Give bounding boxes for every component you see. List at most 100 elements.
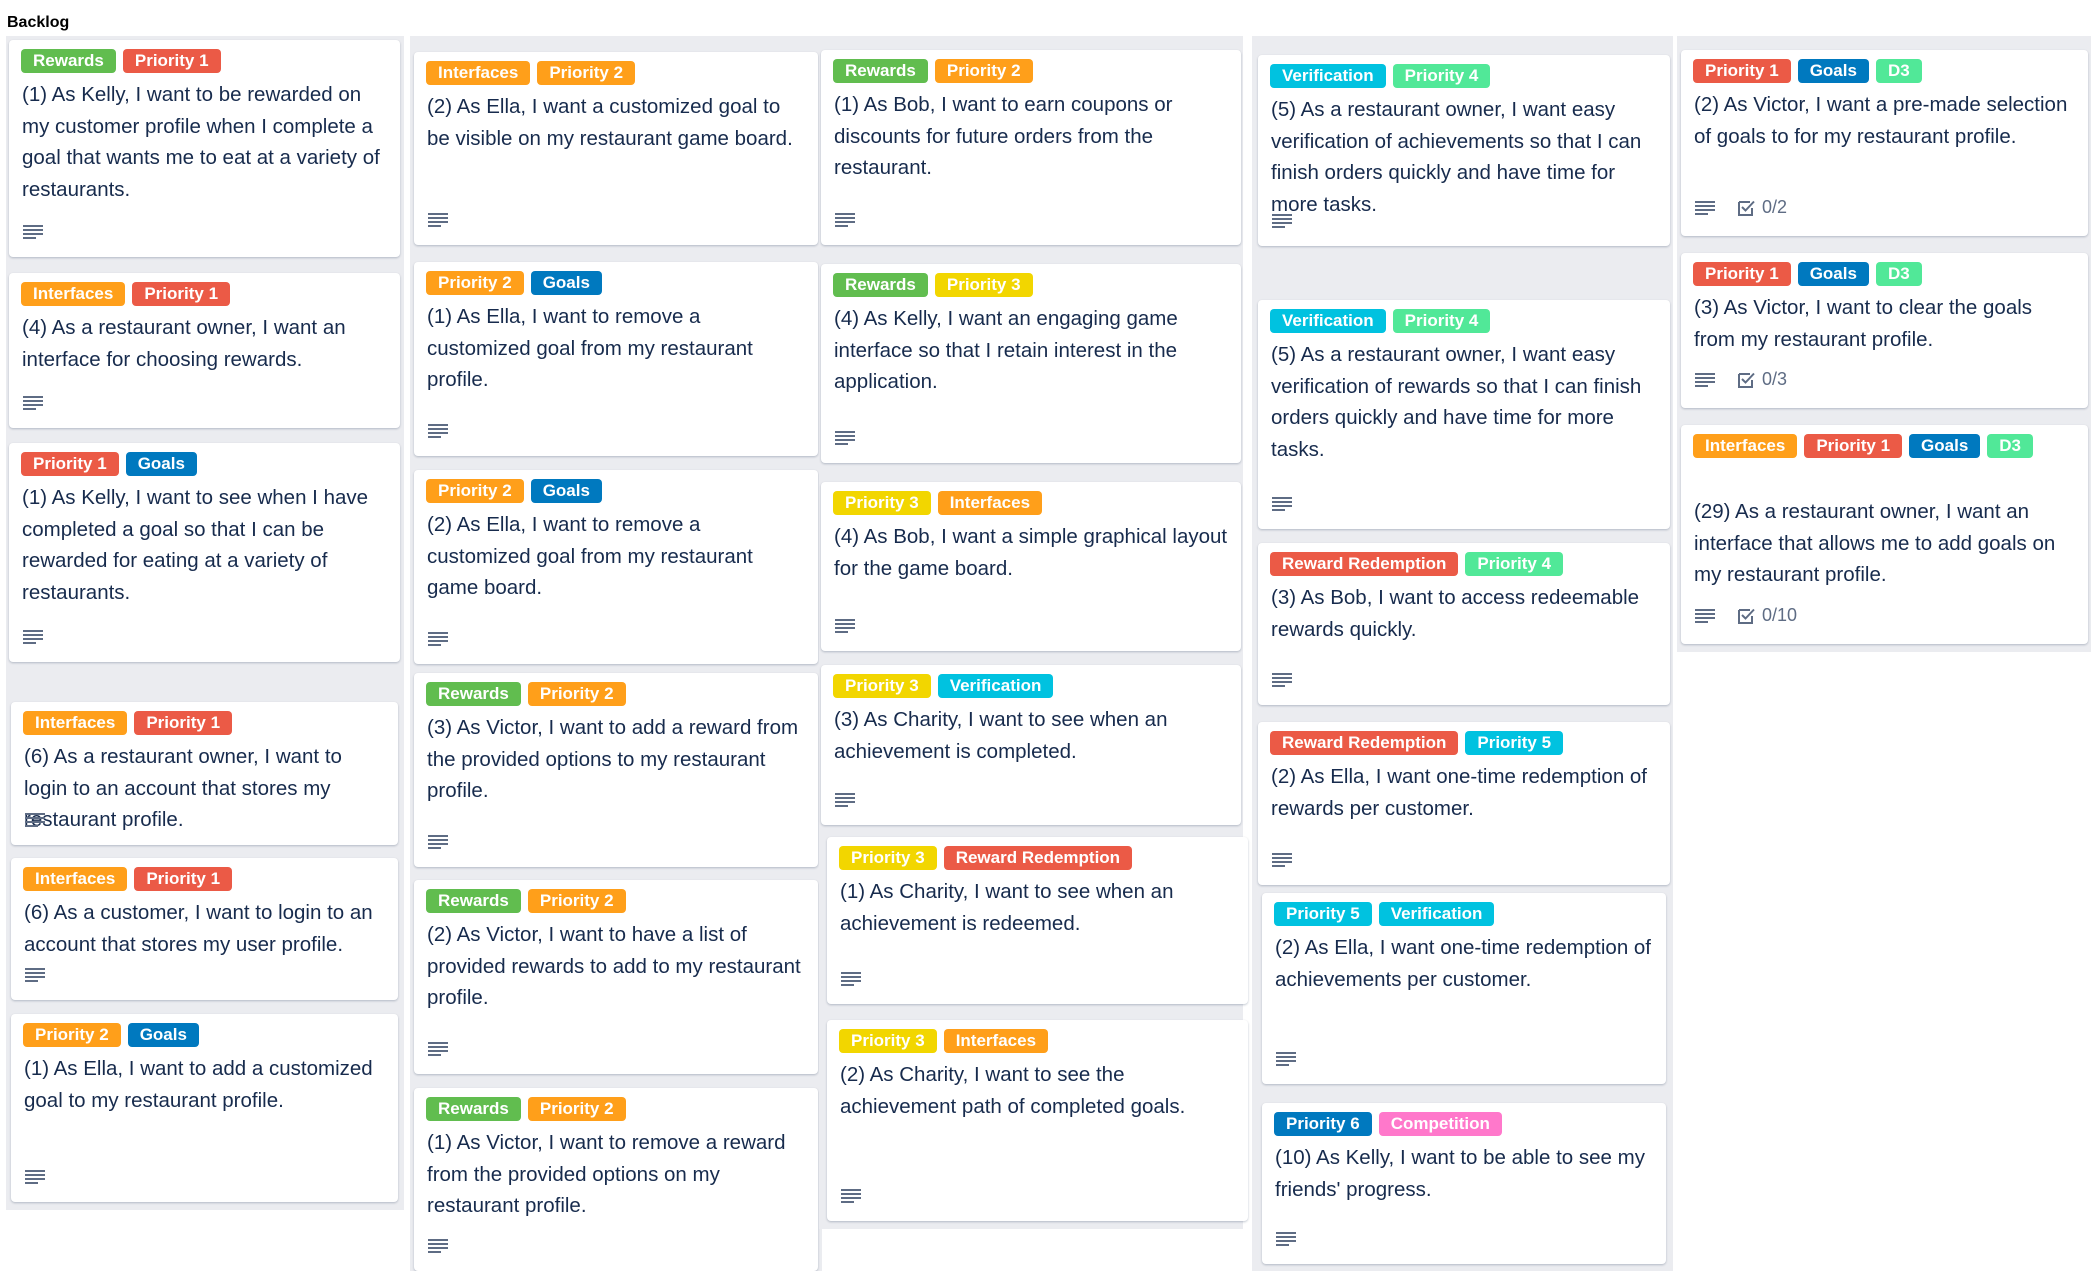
label-priority-4[interactable]: Priority 4 — [1392, 64, 1491, 88]
label-priority-5[interactable]: Priority 5 — [1465, 731, 1564, 755]
story-card[interactable]: Priority 2 Goals (2) As Ella, I want to re… — [414, 470, 818, 664]
label-goals[interactable]: Goals — [1797, 262, 1869, 286]
story-card[interactable]: Priority 2 Goals (1) As Ella, I want to ad… — [11, 1014, 398, 1202]
label-verification[interactable]: Verification — [1270, 64, 1386, 88]
story-card[interactable]: Priority 1 Goals (1) As Kelly, I want to s… — [9, 443, 400, 662]
label-interfaces[interactable]: Interfaces — [23, 867, 128, 891]
card-badges — [23, 396, 43, 410]
story-card[interactable]: Verification Priority 4 (5) As a restauran… — [1258, 55, 1670, 246]
label-interfaces[interactable]: Interfaces — [426, 61, 531, 85]
card-badges — [1272, 214, 1292, 228]
label-reward-redemption[interactable]: Reward Redemption — [943, 846, 1133, 870]
label-rewards[interactable]: Rewards — [426, 682, 521, 706]
story-card[interactable]: Rewards Priority 2 (2) As Victor, I want t… — [414, 880, 818, 1074]
label-interfaces[interactable]: Interfaces — [943, 1029, 1049, 1053]
label-interfaces[interactable]: Interfaces — [1693, 434, 1798, 458]
story-card[interactable]: Interfaces Priority 2 (2) As Ella, I want … — [414, 52, 818, 245]
label-reward-redemption[interactable]: Reward Redemption — [1270, 552, 1459, 576]
label-priority-2[interactable]: Priority 2 — [527, 1097, 626, 1121]
story-card[interactable]: Priority 3 Interfaces (2) As Charity, I wa… — [827, 1020, 1248, 1221]
story-card[interactable]: Reward Redemption Priority 5 (2) As Ella, … — [1258, 722, 1670, 885]
story-card[interactable]: Rewards Priority 2 (1) As Victor, I want t… — [414, 1088, 818, 1271]
label-priority-6[interactable]: Priority 6 — [1274, 1112, 1372, 1136]
label-interfaces[interactable]: Interfaces — [23, 711, 128, 735]
story-card[interactable]: Priority 3 Reward Redemption (1) As Charit… — [827, 837, 1248, 1004]
label-d3[interactable]: D3 — [1875, 59, 1922, 83]
label-priority-2[interactable]: Priority 2 — [527, 682, 626, 706]
card-labels: Priority 1 Goals — [21, 452, 392, 476]
label-rewards[interactable]: Rewards — [833, 273, 928, 297]
label-priority-1[interactable]: Priority 1 — [134, 711, 233, 735]
label-competition[interactable]: Competition — [1378, 1112, 1502, 1136]
label-priority-1[interactable]: Priority 1 — [1693, 262, 1791, 286]
label-priority-3[interactable]: Priority 3 — [833, 674, 931, 698]
label-verification[interactable]: Verification — [1378, 902, 1495, 926]
label-goals[interactable]: Goals — [125, 452, 197, 476]
card-title: (1) As Kelly, I want to be rewarded on m… — [22, 83, 380, 201]
label-priority-2[interactable]: Priority 2 — [426, 271, 524, 295]
description-icon — [835, 793, 855, 807]
story-card[interactable]: Priority 1 Goals D3 (3) As Victor, I want t… — [1681, 253, 2088, 408]
label-d3[interactable]: D3 — [1875, 262, 1922, 286]
label-rewards[interactable]: Rewards — [833, 59, 928, 83]
description-icon — [23, 396, 43, 410]
label-rewards[interactable]: Rewards — [426, 1097, 521, 1121]
label-priority-1[interactable]: Priority 1 — [134, 867, 233, 891]
checklist-icon — [1737, 371, 1755, 389]
label-interfaces[interactable]: Interfaces — [937, 491, 1043, 515]
label-goals[interactable]: Goals — [530, 479, 602, 503]
label-priority-4[interactable]: Priority 4 — [1392, 309, 1491, 333]
label-interfaces[interactable]: Interfaces — [21, 282, 126, 306]
label-priority-5[interactable]: Priority 5 — [1274, 902, 1372, 926]
story-card[interactable]: Interfaces Priority 1 Goals D3 (29) As a res… — [1681, 425, 2088, 644]
description-icon — [1276, 1232, 1296, 1246]
label-goals[interactable]: Goals — [1909, 434, 1981, 458]
label-goals[interactable]: Goals — [127, 1023, 199, 1047]
label-priority-2[interactable]: Priority 2 — [23, 1023, 121, 1047]
label-priority-2[interactable]: Priority 2 — [527, 889, 626, 913]
card-badges — [1276, 1232, 1296, 1246]
story-card[interactable]: Priority 5 Verification (2) As Ella, I wan… — [1262, 893, 1666, 1084]
card-badges — [1272, 853, 1292, 867]
label-goals[interactable]: Goals — [1797, 59, 1869, 83]
label-priority-1[interactable]: Priority 1 — [122, 49, 221, 73]
label-priority-2[interactable]: Priority 2 — [426, 479, 524, 503]
story-card[interactable]: Rewards Priority 2 (1) As Bob, I want to e… — [821, 50, 1241, 245]
label-priority-3[interactable]: Priority 3 — [833, 491, 931, 515]
story-card[interactable]: Priority 2 Goals (1) As Ella, I want to re… — [414, 262, 818, 456]
story-card[interactable]: Priority 3 Interfaces (4) As Bob, I want a… — [821, 482, 1241, 651]
story-card[interactable]: Rewards Priority 1 (1) As Kelly, I want to… — [9, 40, 400, 257]
label-verification[interactable]: Verification — [937, 674, 1054, 698]
label-verification[interactable]: Verification — [1270, 309, 1386, 333]
story-card[interactable]: Priority 3 Verification (3) As Charity, I … — [821, 665, 1241, 825]
story-card[interactable]: Rewards Priority 3 (4) As Kelly, I want an… — [821, 264, 1241, 463]
card-title: (29) As a restaurant owner, I want an in… — [1694, 500, 2056, 586]
story-card[interactable]: Priority 1 Goals D3 (2) As Victor, I want a… — [1681, 50, 2088, 236]
label-d3[interactable]: D3 — [1987, 434, 2034, 458]
label-priority-3[interactable]: Priority 3 — [839, 1029, 937, 1053]
story-card[interactable]: Interfaces Priority 1 (4) As a restaurant … — [9, 273, 400, 428]
label-priority-2[interactable]: Priority 2 — [537, 61, 636, 85]
story-card[interactable]: Interfaces Priority 1 (6) As a restaurant … — [11, 702, 398, 845]
card-labels: Interfaces Priority 2 — [426, 61, 810, 85]
label-priority-1[interactable]: Priority 1 — [1693, 59, 1791, 83]
card-badges — [1276, 1052, 1296, 1066]
label-reward-redemption[interactable]: Reward Redemption — [1270, 731, 1459, 755]
story-card[interactable]: Reward Redemption Priority 4 (3) As Bob, I… — [1258, 543, 1670, 705]
label-priority-1[interactable]: Priority 1 — [132, 282, 231, 306]
label-priority-4[interactable]: Priority 4 — [1465, 552, 1564, 576]
card-labels: Interfaces Priority 1 — [23, 711, 390, 735]
label-priority-2[interactable]: Priority 2 — [934, 59, 1033, 83]
story-card[interactable]: Rewards Priority 2 (3) As Victor, I want t… — [414, 673, 818, 867]
label-priority-1[interactable]: Priority 1 — [21, 452, 119, 476]
story-card[interactable]: Interfaces Priority 1 (6) As a customer, I… — [11, 858, 398, 1000]
story-card[interactable]: Priority 6 Competition (10) As Kelly, I wa… — [1262, 1103, 1666, 1264]
label-priority-3[interactable]: Priority 3 — [934, 273, 1033, 297]
label-goals[interactable]: Goals — [530, 271, 602, 295]
card-badges — [23, 630, 43, 644]
label-rewards[interactable]: Rewards — [426, 889, 521, 913]
label-priority-1[interactable]: Priority 1 — [1804, 434, 1903, 458]
label-rewards[interactable]: Rewards — [21, 49, 116, 73]
label-priority-3[interactable]: Priority 3 — [839, 846, 937, 870]
story-card[interactable]: Verification Priority 4 (5) As a restauran… — [1258, 300, 1670, 529]
